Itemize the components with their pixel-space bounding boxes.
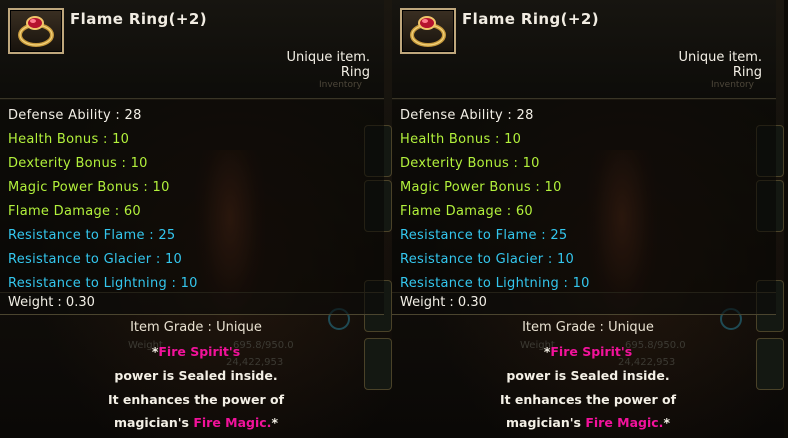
description-suffix: * (271, 415, 278, 430)
item-rarity: Unique item. (678, 50, 763, 65)
stat-defense: Defense Ability : 28 (400, 108, 534, 123)
item-stats: Defense Ability : 28 Health Bonus : 10 D… (392, 100, 776, 293)
fire-spirit-text: Fire Spirit's (158, 344, 241, 359)
item-name: Flame Ring(+2) (462, 10, 599, 28)
item-type: Ring (732, 65, 762, 80)
item-grade: Item Grade : Unique (522, 320, 654, 335)
description-suffix: * (663, 415, 670, 430)
background-inventory-label: Inventory (319, 80, 362, 90)
stat-resistance-glacier: Resistance to Glacier : 10 (400, 252, 575, 267)
ring-icon (8, 8, 64, 54)
background-inventory-label: Inventory (711, 80, 754, 90)
description-line-4: magician's Fire Magic.* (392, 415, 784, 430)
item-weight: Weight : 0.30 (0, 292, 384, 315)
item-weight: Weight : 0.30 (392, 292, 776, 315)
description-line-3: It enhances the power of (499, 392, 677, 407)
stat-flame-damage: Flame Damage : 60 (8, 204, 141, 219)
item-grade: Item Grade : Unique (130, 320, 262, 335)
description-line-2: power is Sealed inside. (114, 368, 278, 383)
stat-resistance-flame: Resistance to Flame : 25 (400, 228, 568, 243)
description-line-1: *Fire Spirit's (392, 344, 784, 359)
item-name: Flame Ring(+2) (70, 10, 207, 28)
fire-magic-text: Fire Magic. (585, 415, 664, 430)
item-tooltip-right: Weight 695.8/950.0 24,422,953 Flame Ring… (392, 0, 784, 438)
stat-resistance-flame: Resistance to Flame : 25 (8, 228, 176, 243)
description-line-1: *Fire Spirit's (0, 344, 392, 359)
tooltip-header: Flame Ring(+2) Unique item. Ring Invento… (392, 0, 776, 99)
ring-icon (400, 8, 456, 54)
stat-resistance-lightning: Resistance to Lightning : 10 (400, 276, 590, 291)
item-type: Ring (340, 65, 370, 80)
stat-defense: Defense Ability : 28 (8, 108, 142, 123)
stat-resistance-glacier: Resistance to Glacier : 10 (8, 252, 183, 267)
stat-flame-damage: Flame Damage : 60 (400, 204, 533, 219)
item-tooltip-left: Weight 695.8/950.0 24,422,953 Flame Ring… (0, 0, 392, 438)
description-magician: magician's (506, 415, 586, 430)
description-line-4: magician's Fire Magic.* (0, 415, 392, 430)
stat-magic-power-bonus: Magic Power Bonus : 10 (400, 180, 562, 195)
stat-health-bonus: Health Bonus : 10 (8, 132, 130, 147)
description-line-2: power is Sealed inside. (506, 368, 670, 383)
fire-spirit-text: Fire Spirit's (550, 344, 633, 359)
weight-label: Weight : 0.30 (400, 295, 487, 310)
description-line-3: It enhances the power of (107, 392, 285, 407)
description-magician: magician's (114, 415, 194, 430)
stat-dexterity-bonus: Dexterity Bonus : 10 (8, 156, 148, 171)
item-rarity: Unique item. (286, 50, 371, 65)
stat-resistance-lightning: Resistance to Lightning : 10 (8, 276, 198, 291)
weight-label: Weight : 0.30 (8, 295, 95, 310)
stat-health-bonus: Health Bonus : 10 (400, 132, 522, 147)
item-stats: Defense Ability : 28 Health Bonus : 10 D… (0, 100, 384, 293)
tooltip-header: Flame Ring(+2) Unique item. Ring Invento… (0, 0, 384, 99)
fire-magic-text: Fire Magic. (193, 415, 272, 430)
stat-dexterity-bonus: Dexterity Bonus : 10 (400, 156, 540, 171)
stat-magic-power-bonus: Magic Power Bonus : 10 (8, 180, 170, 195)
